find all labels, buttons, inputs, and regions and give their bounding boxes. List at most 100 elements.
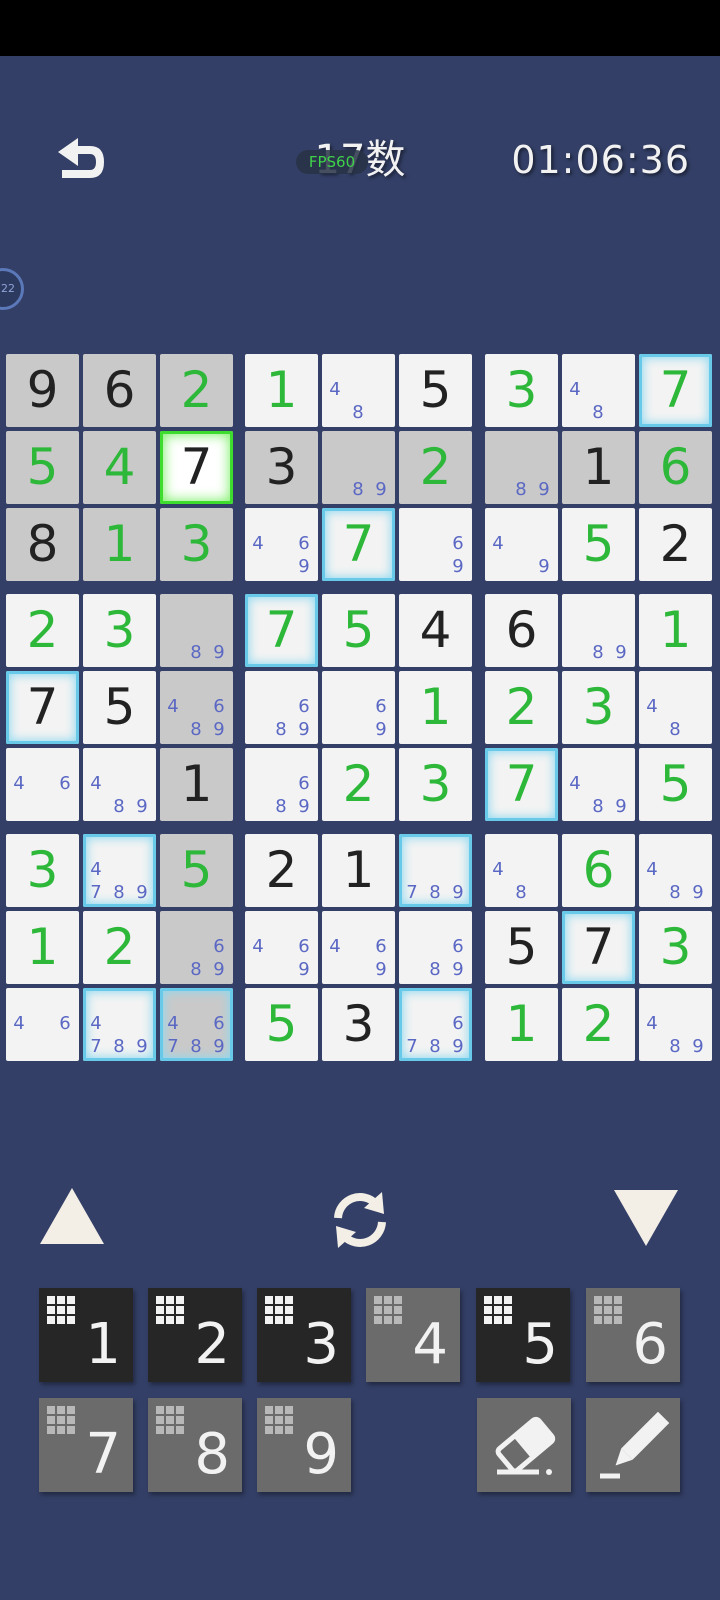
board-cell-r1c8[interactable]: 48 bbox=[562, 354, 635, 427]
board-cell-r3c9[interactable]: 2 bbox=[639, 508, 712, 581]
board-cell-r7c4[interactable]: 2 bbox=[245, 834, 318, 907]
cell-value: 2 bbox=[342, 755, 375, 813]
pencil-note: 6 bbox=[375, 936, 387, 957]
board-cell-r9c8[interactable]: 2 bbox=[562, 988, 635, 1061]
number-key-2[interactable]: 2 bbox=[148, 1288, 242, 1382]
board-cell-r4c6[interactable]: 4 bbox=[399, 594, 472, 667]
board-cell-r6c5[interactable]: 2 bbox=[322, 748, 395, 821]
scroll-down-button[interactable] bbox=[614, 1190, 678, 1246]
board-cell-r4c3[interactable]: 89 bbox=[160, 594, 233, 667]
board-cell-r4c8[interactable]: 89 bbox=[562, 594, 635, 667]
board-cell-r9c2[interactable]: 4789 bbox=[83, 988, 156, 1061]
board-cell-r8c2[interactable]: 2 bbox=[83, 911, 156, 984]
board-cell-r7c9[interactable]: 489 bbox=[639, 834, 712, 907]
board-cell-r6c8[interactable]: 489 bbox=[562, 748, 635, 821]
board-cell-r5c8[interactable]: 3 bbox=[562, 671, 635, 744]
board-cell-r6c1[interactable]: 46 bbox=[6, 748, 79, 821]
board-cell-r1c7[interactable]: 3 bbox=[485, 354, 558, 427]
number-key-3[interactable]: 3 bbox=[257, 1288, 351, 1382]
board-cell-r4c5[interactable]: 5 bbox=[322, 594, 395, 667]
board-cell-r5c3[interactable]: 4 689 bbox=[160, 671, 233, 744]
board-cell-r7c7[interactable]: 48 bbox=[485, 834, 558, 907]
pencil-button[interactable] bbox=[586, 1398, 680, 1492]
number-key-5[interactable]: 5 bbox=[476, 1288, 570, 1382]
board-cell-r1c4[interactable]: 1 bbox=[245, 354, 318, 427]
board-cell-r4c4[interactable]: 7 bbox=[245, 594, 318, 667]
board-cell-r5c7[interactable]: 2 bbox=[485, 671, 558, 744]
board-cell-r9c9[interactable]: 489 bbox=[639, 988, 712, 1061]
board-cell-r9c6[interactable]: 6 789 bbox=[399, 988, 472, 1061]
board-cell-r6c6[interactable]: 3 bbox=[399, 748, 472, 821]
board-cell-r9c1[interactable]: 46 bbox=[6, 988, 79, 1061]
board-cell-r1c6[interactable]: 5 bbox=[399, 354, 472, 427]
board-cell-r6c9[interactable]: 5 bbox=[639, 748, 712, 821]
number-key-7[interactable]: 7 bbox=[39, 1398, 133, 1492]
number-key-8[interactable]: 8 bbox=[148, 1398, 242, 1492]
board-cell-r5c4[interactable]: 689 bbox=[245, 671, 318, 744]
number-key-1[interactable]: 1 bbox=[39, 1288, 133, 1382]
board-cell-r2c5[interactable]: 89 bbox=[322, 431, 395, 504]
board-cell-r2c4[interactable]: 3 bbox=[245, 431, 318, 504]
board-cell-r6c3[interactable]: 1 bbox=[160, 748, 233, 821]
board-cell-r1c2[interactable]: 6 bbox=[83, 354, 156, 427]
board-cell-r2c9[interactable]: 6 bbox=[639, 431, 712, 504]
board-cell-r2c3[interactable]: 7 bbox=[160, 431, 233, 504]
board-cell-r8c4[interactable]: 4 69 bbox=[245, 911, 318, 984]
board-cell-r8c3[interactable]: 689 bbox=[160, 911, 233, 984]
board-cell-r2c8[interactable]: 1 bbox=[562, 431, 635, 504]
board-cell-r7c5[interactable]: 1 bbox=[322, 834, 395, 907]
board-cell-r3c2[interactable]: 1 bbox=[83, 508, 156, 581]
scroll-up-button[interactable] bbox=[40, 1188, 104, 1244]
board-cell-r7c1[interactable]: 3 bbox=[6, 834, 79, 907]
board-cell-r6c4[interactable]: 689 bbox=[245, 748, 318, 821]
board-cell-r8c1[interactable]: 1 bbox=[6, 911, 79, 984]
board-cell-r2c7[interactable]: 89 bbox=[485, 431, 558, 504]
board-cell-r9c3[interactable]: 4 6 789 bbox=[160, 988, 233, 1061]
board-cell-r6c2[interactable]: 489 bbox=[83, 748, 156, 821]
number-key-6[interactable]: 6 bbox=[586, 1288, 680, 1382]
board-cell-r4c9[interactable]: 1 bbox=[639, 594, 712, 667]
board-cell-r3c7[interactable]: 49 bbox=[485, 508, 558, 581]
board-cell-r7c8[interactable]: 6 bbox=[562, 834, 635, 907]
board-cell-r1c9[interactable]: 7 bbox=[639, 354, 712, 427]
eraser-button[interactable] bbox=[477, 1398, 571, 1492]
board-cell-r7c3[interactable]: 5 bbox=[160, 834, 233, 907]
board-cell-r3c6[interactable]: 69 bbox=[399, 508, 472, 581]
board-cell-r3c3[interactable]: 3 bbox=[160, 508, 233, 581]
board-cell-r7c2[interactable]: 4789 bbox=[83, 834, 156, 907]
board-cell-r2c1[interactable]: 5 bbox=[6, 431, 79, 504]
board-cell-r8c9[interactable]: 3 bbox=[639, 911, 712, 984]
board-cell-r5c1[interactable]: 7 bbox=[6, 671, 79, 744]
pencil-icon bbox=[600, 1411, 670, 1479]
board-cell-r2c2[interactable]: 4 bbox=[83, 431, 156, 504]
board-cell-r1c1[interactable]: 9 bbox=[6, 354, 79, 427]
board-cell-r5c6[interactable]: 1 bbox=[399, 671, 472, 744]
board-cell-r3c1[interactable]: 8 bbox=[6, 508, 79, 581]
board-cell-r5c9[interactable]: 48 bbox=[639, 671, 712, 744]
pencil-note: 4 bbox=[492, 533, 504, 554]
board-cell-r9c7[interactable]: 1 bbox=[485, 988, 558, 1061]
board-cell-r5c2[interactable]: 5 bbox=[83, 671, 156, 744]
board-cell-r8c7[interactable]: 5 bbox=[485, 911, 558, 984]
refresh-button[interactable] bbox=[324, 1184, 396, 1256]
board-cell-r3c4[interactable]: 4 69 bbox=[245, 508, 318, 581]
board-cell-r8c6[interactable]: 689 bbox=[399, 911, 472, 984]
number-key-9[interactable]: 9 bbox=[257, 1398, 351, 1492]
board-cell-r6c7[interactable]: 7 bbox=[485, 748, 558, 821]
board-cell-r9c4[interactable]: 5 bbox=[245, 988, 318, 1061]
board-cell-r7c6[interactable]: 789 bbox=[399, 834, 472, 907]
board-cell-r1c3[interactable]: 2 bbox=[160, 354, 233, 427]
board-cell-r5c5[interactable]: 69 bbox=[322, 671, 395, 744]
board-cell-r3c5[interactable]: 7 bbox=[322, 508, 395, 581]
board-cell-r9c5[interactable]: 3 bbox=[322, 988, 395, 1061]
number-key-4[interactable]: 4 bbox=[366, 1288, 460, 1382]
board-cell-r1c5[interactable]: 48 bbox=[322, 354, 395, 427]
board-cell-r8c8[interactable]: 7 bbox=[562, 911, 635, 984]
board-cell-r4c2[interactable]: 3 bbox=[83, 594, 156, 667]
board-cell-r4c7[interactable]: 6 bbox=[485, 594, 558, 667]
board-cell-r4c1[interactable]: 2 bbox=[6, 594, 79, 667]
board-cell-r8c5[interactable]: 4 69 bbox=[322, 911, 395, 984]
cell-value: 1 bbox=[265, 361, 298, 419]
board-cell-r3c8[interactable]: 5 bbox=[562, 508, 635, 581]
board-cell-r2c6[interactable]: 2 bbox=[399, 431, 472, 504]
